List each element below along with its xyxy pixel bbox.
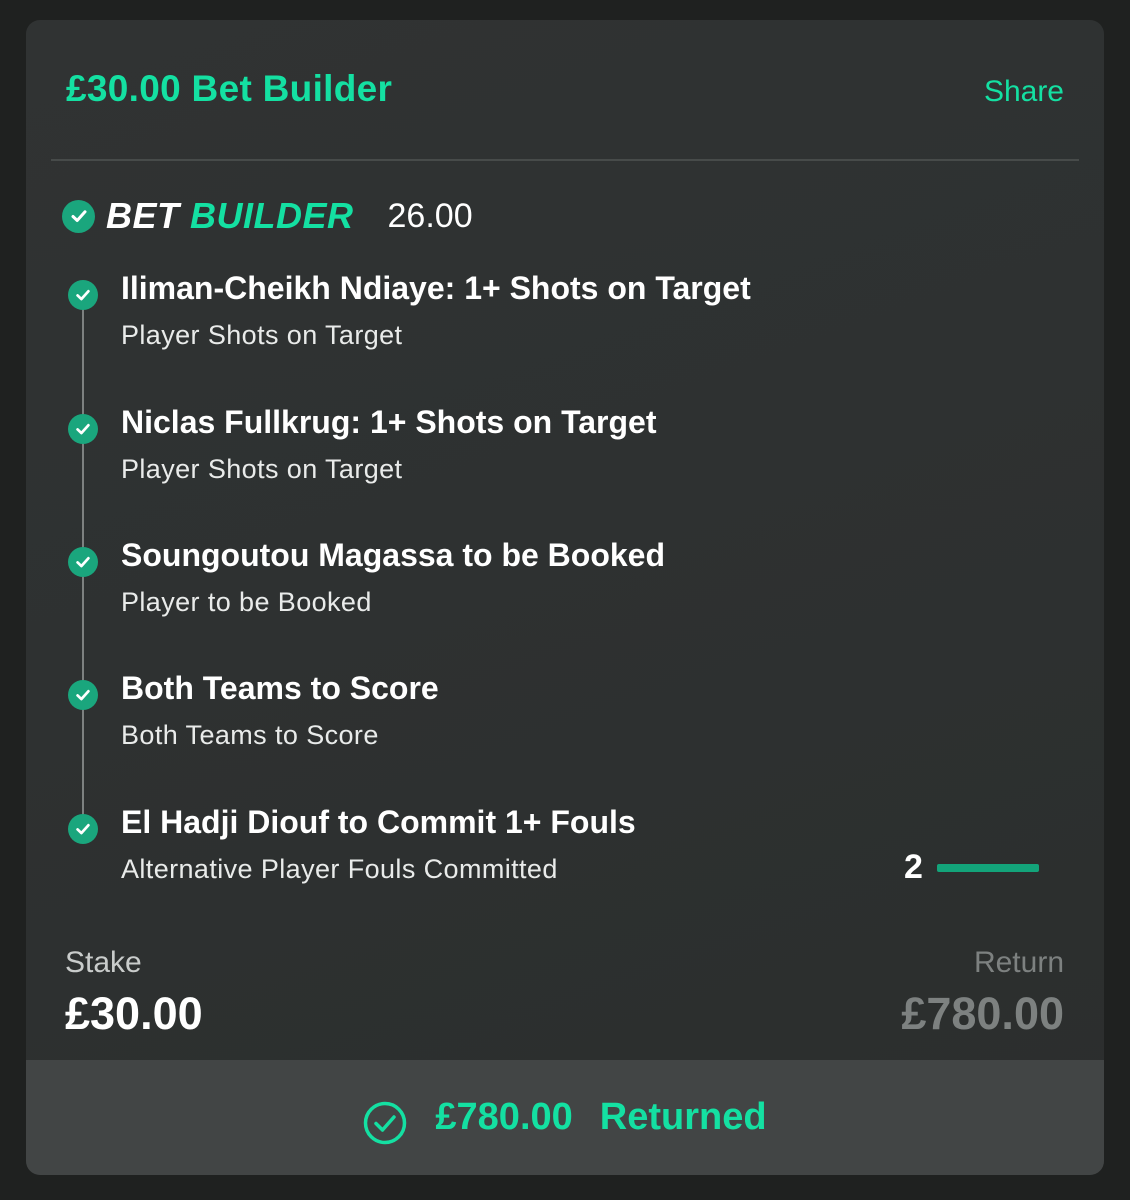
fouls-progress: 2 — [904, 848, 1039, 887]
bet-odds: 26.00 — [387, 196, 473, 235]
check-circle-icon — [68, 414, 98, 444]
check-circle-icon — [68, 814, 98, 844]
check-circle-icon — [68, 280, 98, 310]
selection-market: Alternative Player Fouls Committed — [121, 854, 558, 884]
fouls-progress-fill — [936, 863, 1039, 872]
check-circle-icon — [68, 680, 98, 710]
selection-title: Soungoutou Magassa to be Booked — [121, 537, 666, 573]
return-label: Return — [973, 946, 1064, 979]
check-ring-icon — [363, 1101, 407, 1145]
return-value: £780.00 — [901, 988, 1064, 1039]
selection-market: Player Shots on Target — [121, 320, 403, 350]
selection-market: Both Teams to Score — [121, 720, 379, 750]
selection-title: El Hadji Diouf to Commit 1+ Fouls — [121, 804, 636, 840]
selection-market: Player to be Booked — [121, 587, 372, 617]
bet-builder-logo: BET BUILDER — [106, 195, 354, 237]
returned-banner: £780.00 Returned — [26, 1060, 1104, 1175]
bet-card: £30.00 Bet Builder Share BET BUILDER 26.… — [26, 20, 1104, 1175]
share-button[interactable]: Share — [984, 75, 1064, 109]
returned-status: Returned — [599, 1096, 767, 1138]
selection-title: Niclas Fullkrug: 1+ Shots on Target — [121, 404, 657, 440]
stake-value: £30.00 — [65, 988, 203, 1039]
returned-amount: £780.00 — [435, 1096, 573, 1138]
stake-label: Stake — [65, 946, 142, 979]
bet-builder-logo-word1: BET — [106, 195, 180, 236]
fouls-progress-bar — [936, 863, 1039, 872]
selection-title: Iliman-Cheikh Ndiaye: 1+ Shots on Target — [121, 270, 751, 306]
bet-title: £30.00 Bet Builder — [66, 68, 393, 109]
selection-market: Player Shots on Target — [121, 454, 403, 484]
selection-title: Both Teams to Score — [121, 670, 439, 706]
bet-builder-row: BET BUILDER 26.00 — [62, 195, 473, 237]
bet-builder-logo-word2: BUILDER — [190, 195, 354, 236]
header-divider — [51, 159, 1079, 161]
fouls-count: 2 — [904, 848, 923, 886]
check-circle-icon — [62, 199, 95, 233]
check-circle-icon — [68, 547, 98, 577]
